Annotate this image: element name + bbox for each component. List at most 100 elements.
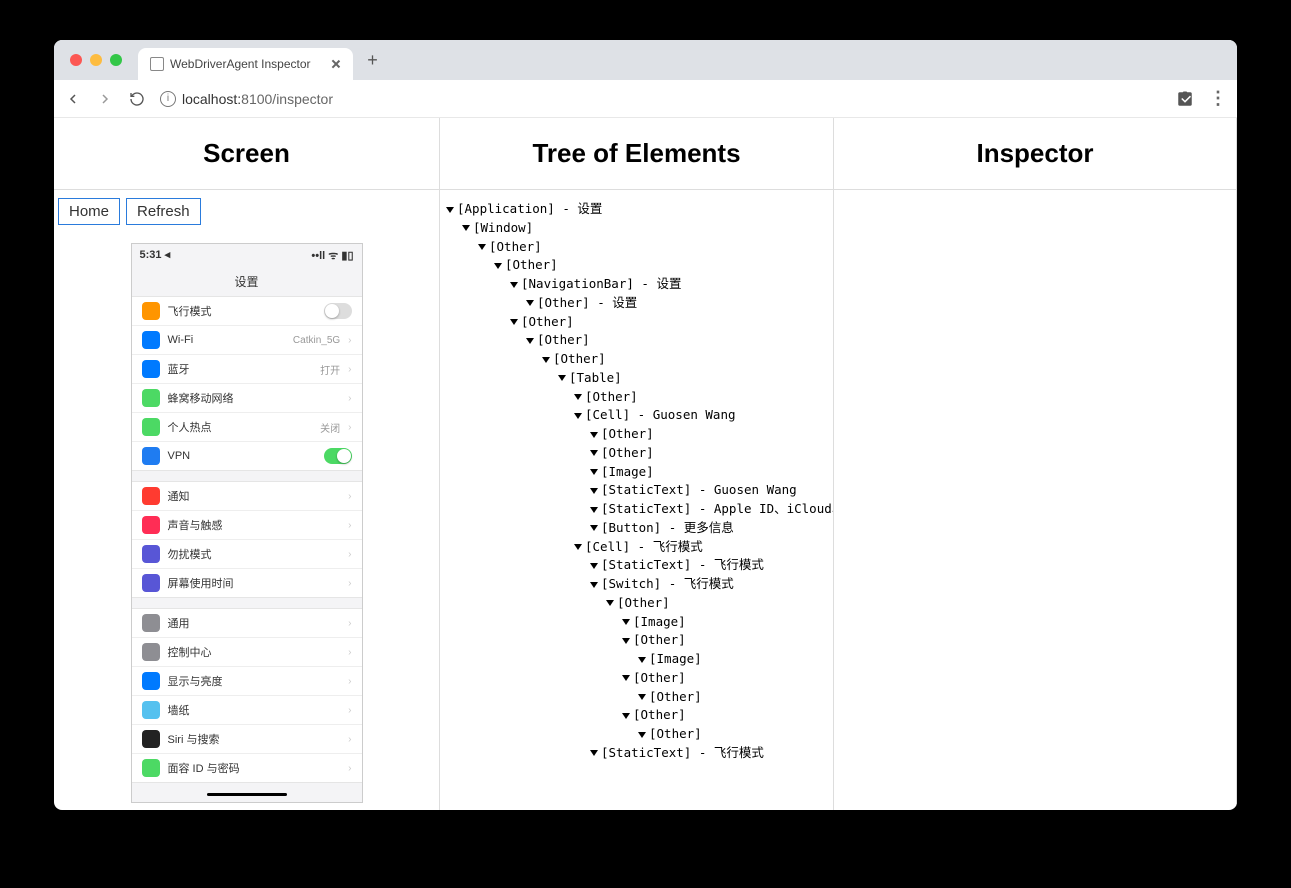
caret-icon[interactable]: [590, 450, 598, 456]
caret-icon[interactable]: [510, 282, 518, 288]
caret-icon[interactable]: [622, 638, 630, 644]
caret-icon[interactable]: [574, 413, 582, 419]
settings-row[interactable]: Siri 与搜索›: [132, 725, 362, 754]
menu-button[interactable]: ⋮: [1209, 90, 1227, 108]
tree-node[interactable]: [StaticText] - Guosen Wang: [446, 481, 827, 500]
caret-icon[interactable]: [622, 675, 630, 681]
device-preview[interactable]: 5:31 ◂ ••ll ᯤ ▮▯ 设置 飞行模式Wi-FiCatkin_5G›蓝…: [131, 243, 363, 803]
chevron-right-icon: ›: [348, 422, 351, 433]
refresh-button[interactable]: Refresh: [126, 198, 201, 225]
settings-row[interactable]: 飞行模式: [132, 297, 362, 326]
caret-icon[interactable]: [606, 600, 614, 606]
tree-node[interactable]: [Cell] - 飞行模式: [446, 538, 827, 557]
site-info-icon[interactable]: i: [160, 91, 176, 107]
tree-label: [Other] - 设置: [537, 295, 637, 310]
caret-icon[interactable]: [590, 469, 598, 475]
fullscreen-window-button[interactable]: [110, 54, 122, 66]
caret-icon[interactable]: [638, 657, 646, 663]
row-label: VPN: [168, 450, 316, 462]
tree-node[interactable]: [Image]: [446, 613, 827, 632]
tree-node[interactable]: [Other]: [446, 688, 827, 707]
caret-icon[interactable]: [526, 338, 534, 344]
tree-node[interactable]: [Other]: [446, 594, 827, 613]
tree-node[interactable]: [Table]: [446, 369, 827, 388]
caret-icon[interactable]: [622, 619, 630, 625]
minimize-window-button[interactable]: [90, 54, 102, 66]
address-bar: i localhost:8100/inspector ⋮: [54, 80, 1237, 118]
forward-button[interactable]: [96, 90, 114, 108]
row-label: 勿扰模式: [168, 546, 341, 562]
close-window-button[interactable]: [70, 54, 82, 66]
settings-row[interactable]: 控制中心›: [132, 638, 362, 667]
tree-node[interactable]: [Other]: [446, 425, 827, 444]
element-tree[interactable]: [Application] - 设置[Window][Other][Other]…: [440, 190, 833, 773]
tree-node[interactable]: [Other] - 设置: [446, 294, 827, 313]
tree-node[interactable]: [Other]: [446, 631, 827, 650]
settings-row[interactable]: 通知›: [132, 482, 362, 511]
tree-node[interactable]: [Other]: [446, 669, 827, 688]
extension-icon[interactable]: [1175, 89, 1195, 109]
tree-node[interactable]: [StaticText] - 飞行模式: [446, 744, 827, 763]
caret-icon[interactable]: [590, 525, 598, 531]
tree-node[interactable]: [NavigationBar] - 设置: [446, 275, 827, 294]
tree-node[interactable]: [Other]: [446, 388, 827, 407]
caret-icon[interactable]: [622, 713, 630, 719]
tree-node[interactable]: [Other]: [446, 238, 827, 257]
back-button[interactable]: [64, 90, 82, 108]
caret-icon[interactable]: [638, 732, 646, 738]
caret-icon[interactable]: [558, 375, 566, 381]
row-switch[interactable]: [324, 303, 352, 319]
caret-icon[interactable]: [462, 225, 470, 231]
close-tab-button[interactable]: [331, 59, 341, 69]
tree-node[interactable]: [Other]: [446, 313, 827, 332]
tree-node[interactable]: [Other]: [446, 725, 827, 744]
new-tab-button[interactable]: +: [359, 46, 387, 74]
settings-row[interactable]: 蓝牙打开›: [132, 355, 362, 384]
caret-icon[interactable]: [590, 582, 598, 588]
settings-row[interactable]: VPN: [132, 442, 362, 470]
tree-node[interactable]: [Image]: [446, 463, 827, 482]
tree-node[interactable]: [Other]: [446, 706, 827, 725]
caret-icon[interactable]: [478, 244, 486, 250]
settings-row[interactable]: 面容 ID 与密码›: [132, 754, 362, 782]
url-field[interactable]: i localhost:8100/inspector: [160, 91, 1161, 107]
caret-icon[interactable]: [494, 263, 502, 269]
settings-row[interactable]: 勿扰模式›: [132, 540, 362, 569]
settings-row[interactable]: 墙纸›: [132, 696, 362, 725]
home-button[interactable]: Home: [58, 198, 120, 225]
caret-icon[interactable]: [590, 507, 598, 513]
tree-node[interactable]: [Cell] - Guosen Wang: [446, 406, 827, 425]
tree-node[interactable]: [Other]: [446, 444, 827, 463]
caret-icon[interactable]: [526, 300, 534, 306]
tree-node[interactable]: [Button] - 更多信息: [446, 519, 827, 538]
settings-row[interactable]: Wi-FiCatkin_5G›: [132, 326, 362, 355]
tree-node[interactable]: [StaticText] - Apple ID、iCloud、iTunes 与 …: [446, 500, 827, 519]
tree-node[interactable]: [StaticText] - 飞行模式: [446, 556, 827, 575]
browser-tab[interactable]: WebDriverAgent Inspector: [138, 48, 353, 80]
reload-button[interactable]: [128, 90, 146, 108]
settings-row[interactable]: 屏幕使用时间›: [132, 569, 362, 597]
settings-row[interactable]: 通用›: [132, 609, 362, 638]
row-switch[interactable]: [324, 448, 352, 464]
tree-node[interactable]: [Other]: [446, 350, 827, 369]
settings-row[interactable]: 显示与亮度›: [132, 667, 362, 696]
settings-row[interactable]: 个人热点关闭›: [132, 413, 362, 442]
caret-icon[interactable]: [638, 694, 646, 700]
tree-node[interactable]: [Image]: [446, 650, 827, 669]
caret-icon[interactable]: [590, 563, 598, 569]
tree-node[interactable]: [Other]: [446, 331, 827, 350]
tree-node[interactable]: [Switch] - 飞行模式: [446, 575, 827, 594]
settings-row[interactable]: 蜂窝移动网络›: [132, 384, 362, 413]
caret-icon[interactable]: [446, 207, 454, 213]
caret-icon[interactable]: [542, 357, 550, 363]
settings-row[interactable]: 声音与触感›: [132, 511, 362, 540]
caret-icon[interactable]: [590, 488, 598, 494]
tree-node[interactable]: [Application] - 设置: [446, 200, 827, 219]
caret-icon[interactable]: [590, 750, 598, 756]
caret-icon[interactable]: [590, 432, 598, 438]
tree-node[interactable]: [Other]: [446, 256, 827, 275]
tree-node[interactable]: [Window]: [446, 219, 827, 238]
caret-icon[interactable]: [510, 319, 518, 325]
caret-icon[interactable]: [574, 394, 582, 400]
caret-icon[interactable]: [574, 544, 582, 550]
